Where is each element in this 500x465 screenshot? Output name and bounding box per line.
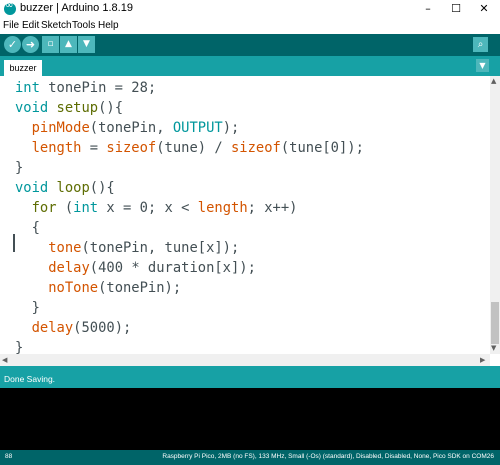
code-line: pinMode(tonePin, OUTPUT);	[31, 120, 240, 136]
code-line: for (int x = 0; x < length; x++)	[31, 200, 298, 216]
minimize-button[interactable]: –	[418, 1, 438, 17]
code-line: delay(400 * duration[x]);	[48, 260, 256, 276]
upload-icon[interactable]: ➜	[22, 36, 39, 53]
save-icon[interactable]: ▼	[78, 36, 95, 53]
menu-bar: File Edit Sketch Tools Help	[0, 18, 500, 34]
scroll-right-icon[interactable]: ▶	[480, 356, 485, 364]
arduino-logo-icon	[4, 0, 16, 15]
code-line: }	[15, 340, 24, 354]
status-bar: Done Saving.	[0, 366, 500, 388]
text-cursor	[13, 234, 15, 252]
line-number: 88	[5, 453, 13, 460]
menu-sketch[interactable]: Sketch	[41, 20, 72, 31]
console-output[interactable]	[0, 388, 500, 450]
tab-bar: buzzer ▼	[0, 56, 500, 76]
code-line: length = sizeof(tune) / sizeof(tune[0]);	[31, 140, 364, 156]
status-message: Done Saving.	[4, 374, 56, 384]
footer-bar: 88 Raspberry Pi Pico, 2MB (no FS), 133 M…	[0, 450, 500, 465]
code-line: }	[15, 160, 24, 176]
menu-edit[interactable]: Edit	[22, 20, 39, 31]
code-line: noTone(tonePin);	[48, 280, 182, 296]
tab-buzzer[interactable]: buzzer	[4, 60, 42, 76]
scroll-down-icon[interactable]: ▼	[491, 344, 496, 352]
scroll-left-icon[interactable]: ◀	[2, 356, 7, 364]
verify-icon[interactable]: ✓	[4, 36, 21, 53]
scroll-up-icon[interactable]: ▲	[491, 77, 496, 85]
code-line: void loop(){	[15, 180, 115, 196]
toolbar: ✓ ➜ ▫ ▲ ▼ ⌕	[0, 34, 500, 56]
code-line: }	[15, 300, 40, 316]
menu-help[interactable]: Help	[98, 20, 119, 31]
tab-menu-chevron-down-icon[interactable]: ▼	[476, 59, 489, 72]
menu-tools[interactable]: Tools	[72, 20, 95, 31]
window-title: buzzer | Arduino 1.8.19	[20, 2, 133, 14]
code-line: tone(tonePin, tune[x]);	[48, 240, 240, 256]
scroll-thumb[interactable]	[491, 302, 499, 344]
menu-file[interactable]: File	[3, 20, 19, 31]
open-icon[interactable]: ▲	[60, 36, 77, 53]
vertical-scrollbar[interactable]: ▲ ▼	[490, 76, 500, 354]
close-button[interactable]: ✕	[474, 1, 494, 17]
horizontal-scrollbar[interactable]: ◀ ▶	[0, 354, 490, 366]
code-editor[interactable]: int tonePin = 28; void setup(){ pinMode(…	[0, 76, 490, 354]
serial-monitor-icon[interactable]: ⌕	[473, 37, 488, 52]
code-line: {	[15, 220, 40, 236]
code-line: void setup(){	[15, 100, 124, 116]
new-icon[interactable]: ▫	[42, 36, 59, 53]
board-info: Raspberry Pi Pico, 2MB (no FS), 133 MHz,…	[162, 453, 494, 460]
title-bar: buzzer | Arduino 1.8.19 – ☐ ✕	[0, 0, 500, 18]
code-line: delay(5000);	[31, 320, 132, 336]
code-line: int tonePin = 28;	[15, 80, 157, 96]
maximize-button[interactable]: ☐	[446, 1, 466, 17]
